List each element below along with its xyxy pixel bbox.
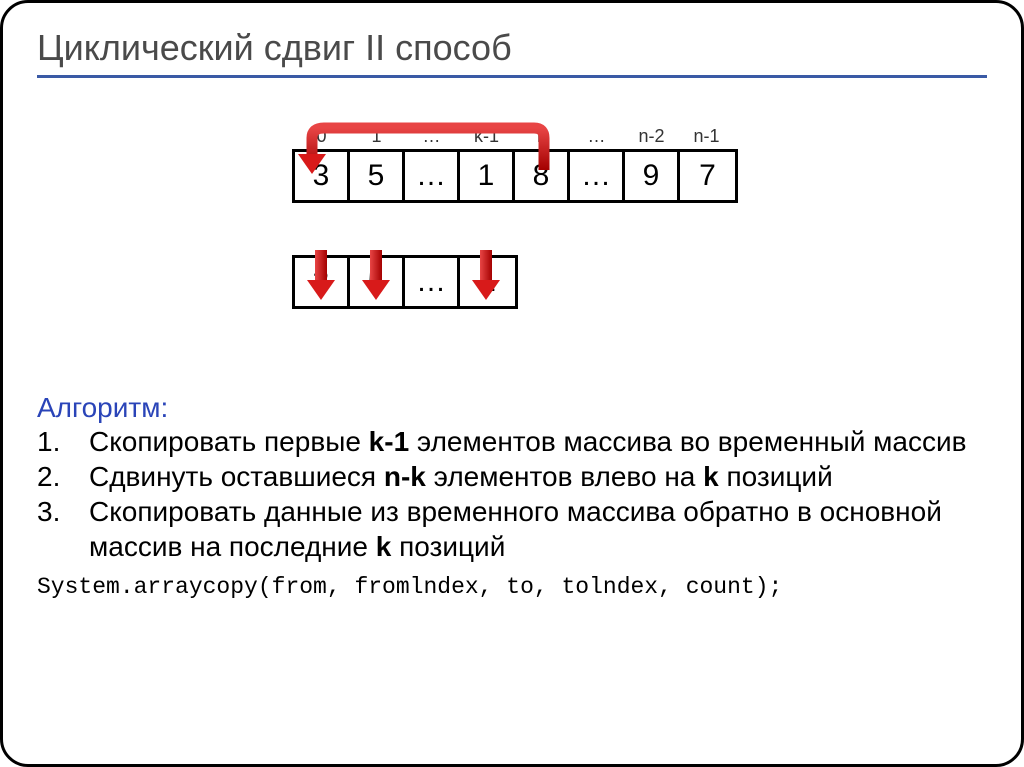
step-number: 2. bbox=[37, 459, 89, 494]
step-text: Скопировать данные из временного массива… bbox=[89, 494, 987, 564]
algorithm-list: 1. Скопировать первые k-1 элементов масс… bbox=[37, 424, 987, 564]
list-item: 1. Скопировать первые k-1 элементов масс… bbox=[37, 424, 987, 459]
list-item: 2. Сдвинуть оставшиеся n-k элементов вле… bbox=[37, 459, 987, 494]
step-number: 1. bbox=[37, 424, 89, 459]
list-item: 3. Скопировать данные из временного масс… bbox=[37, 494, 987, 564]
step-number: 3. bbox=[37, 494, 89, 564]
index-label: … bbox=[569, 126, 624, 147]
diagram-area: 0 1 … k-1 k … n-2 n-1 3 5 … 1 8 … 9 7 bbox=[292, 126, 987, 396]
step-text: Скопировать первые k-1 элементов массива… bbox=[89, 424, 987, 459]
array-cell: … bbox=[405, 258, 460, 306]
index-label: n-1 bbox=[679, 126, 734, 147]
array-cell: 7 bbox=[680, 152, 735, 200]
code-line: System.arraycopy(from, fromlndex, to, to… bbox=[37, 574, 987, 600]
page-title: Циклический сдвиг II способ bbox=[37, 27, 987, 78]
slide: Циклический сдвиг II способ 0 1 … k-1 k … bbox=[0, 0, 1024, 767]
curve-arrow-icon bbox=[284, 120, 574, 180]
down-arrow-icon bbox=[307, 250, 335, 300]
down-arrow-icon bbox=[472, 250, 500, 300]
array-cell: 9 bbox=[625, 152, 680, 200]
array-cell: … bbox=[570, 152, 625, 200]
down-arrow-icon bbox=[362, 250, 390, 300]
index-label: n-2 bbox=[624, 126, 679, 147]
step-text: Сдвинуть оставшиеся n-k элементов влево … bbox=[89, 459, 987, 494]
algorithm-label: Алгоритм: bbox=[37, 392, 987, 424]
